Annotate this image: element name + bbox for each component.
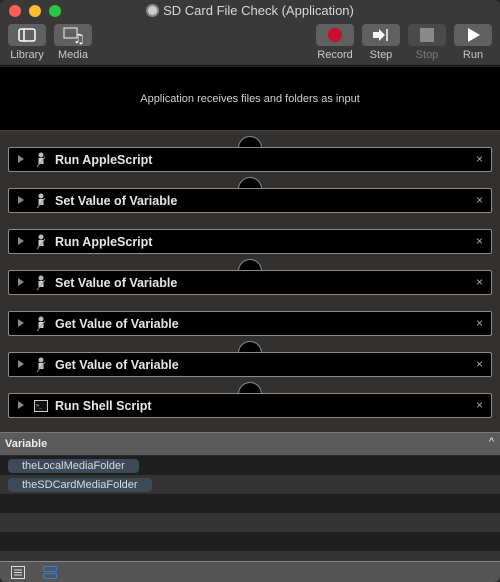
disclosure-triangle-icon[interactable] <box>18 401 24 409</box>
action-set-value-of-variable[interactable]: Set Value of Variable × <box>8 188 492 213</box>
record-icon <box>328 28 342 42</box>
remove-action-icon[interactable]: × <box>476 316 483 330</box>
action-title: Get Value of Variable <box>55 317 179 331</box>
variable-row[interactable]: theSDCardMediaFolder <box>0 475 500 494</box>
title-bar: SD Card File Check (Application) Library… <box>0 0 500 66</box>
disclosure-triangle-icon[interactable] <box>18 360 24 368</box>
action-run-shell-script[interactable]: >_ Run Shell Script × <box>8 393 492 418</box>
step-button[interactable]: Step <box>362 24 400 61</box>
empty-row <box>0 513 500 532</box>
remove-action-icon[interactable]: × <box>476 193 483 207</box>
action-title: Set Value of Variable <box>55 276 178 290</box>
remove-action-icon[interactable]: × <box>476 234 483 248</box>
empty-row <box>0 494 500 513</box>
action-title: Run Shell Script <box>55 399 152 413</box>
action-set-value-of-variable[interactable]: Set Value of Variable × <box>8 270 492 295</box>
bottom-bar <box>0 561 500 582</box>
run-label: Run <box>462 49 484 61</box>
library-button[interactable]: Library <box>8 24 46 61</box>
action-get-value-of-variable[interactable]: Get Value of Variable × <box>8 352 492 377</box>
automator-robot-icon <box>36 193 46 209</box>
record-label: Record <box>317 49 353 61</box>
automator-robot-icon <box>36 234 46 250</box>
variable-column-header: Variable <box>5 438 48 450</box>
variable-token[interactable]: theSDCardMediaFolder <box>8 478 152 492</box>
terminal-icon: >_ <box>34 400 48 412</box>
action-title: Run AppleScript <box>55 235 153 249</box>
empty-row <box>0 551 500 561</box>
automator-app-icon <box>146 4 160 17</box>
disclosure-triangle-icon[interactable] <box>18 278 24 286</box>
action-run-applescript[interactable]: Run AppleScript × <box>8 147 492 172</box>
action-get-value-of-variable[interactable]: Get Value of Variable × <box>8 311 492 336</box>
step-icon <box>373 29 388 41</box>
window-title-text: SD Card File Check (Application) <box>163 3 354 18</box>
stop-icon <box>420 28 434 42</box>
step-label: Step <box>369 49 393 61</box>
remove-action-icon[interactable]: × <box>476 152 483 166</box>
svg-text:>_: >_ <box>36 403 43 409</box>
run-button[interactable]: Run <box>454 24 492 61</box>
action-title: Set Value of Variable <box>55 194 178 208</box>
media-button[interactable]: ♫ Media <box>54 24 92 61</box>
variable-token[interactable]: theLocalMediaFolder <box>8 459 139 473</box>
library-label: Library <box>10 49 44 61</box>
play-icon <box>468 28 480 42</box>
workflow-input-banner: Application receives files and folders a… <box>0 67 500 131</box>
window-title: SD Card File Check (Application) <box>0 3 500 18</box>
automator-robot-icon <box>36 275 46 291</box>
svg-text:♫: ♫ <box>73 32 85 46</box>
stop-label: Stop <box>415 49 439 61</box>
action-run-applescript[interactable]: Run AppleScript × <box>8 229 492 254</box>
disclosure-triangle-icon[interactable] <box>18 237 24 245</box>
log-view-icon[interactable] <box>11 566 25 579</box>
disclosure-triangle-icon[interactable] <box>18 319 24 327</box>
action-title: Get Value of Variable <box>55 358 179 372</box>
sidebar-icon <box>18 28 36 42</box>
stop-button[interactable]: Stop <box>408 24 446 61</box>
workflow-area: Application receives files and folders a… <box>0 67 500 432</box>
variables-view-icon[interactable] <box>43 566 57 579</box>
automator-robot-icon <box>36 316 46 332</box>
action-title: Run AppleScript <box>55 153 153 167</box>
variable-row[interactable]: theLocalMediaFolder <box>0 456 500 475</box>
remove-action-icon[interactable]: × <box>476 275 483 289</box>
media-label: Media <box>58 49 88 61</box>
record-button[interactable]: Record <box>316 24 354 61</box>
empty-row <box>0 532 500 551</box>
automator-robot-icon <box>36 357 46 373</box>
remove-action-icon[interactable]: × <box>476 398 483 412</box>
variable-list-header[interactable]: Variable ^ <box>0 432 500 455</box>
automator-robot-icon <box>36 152 46 168</box>
remove-action-icon[interactable]: × <box>476 357 483 371</box>
disclosure-triangle-icon[interactable] <box>18 155 24 163</box>
chevron-up-icon[interactable]: ^ <box>489 436 494 448</box>
media-icon: ♫ <box>63 27 85 47</box>
disclosure-triangle-icon[interactable] <box>18 196 24 204</box>
